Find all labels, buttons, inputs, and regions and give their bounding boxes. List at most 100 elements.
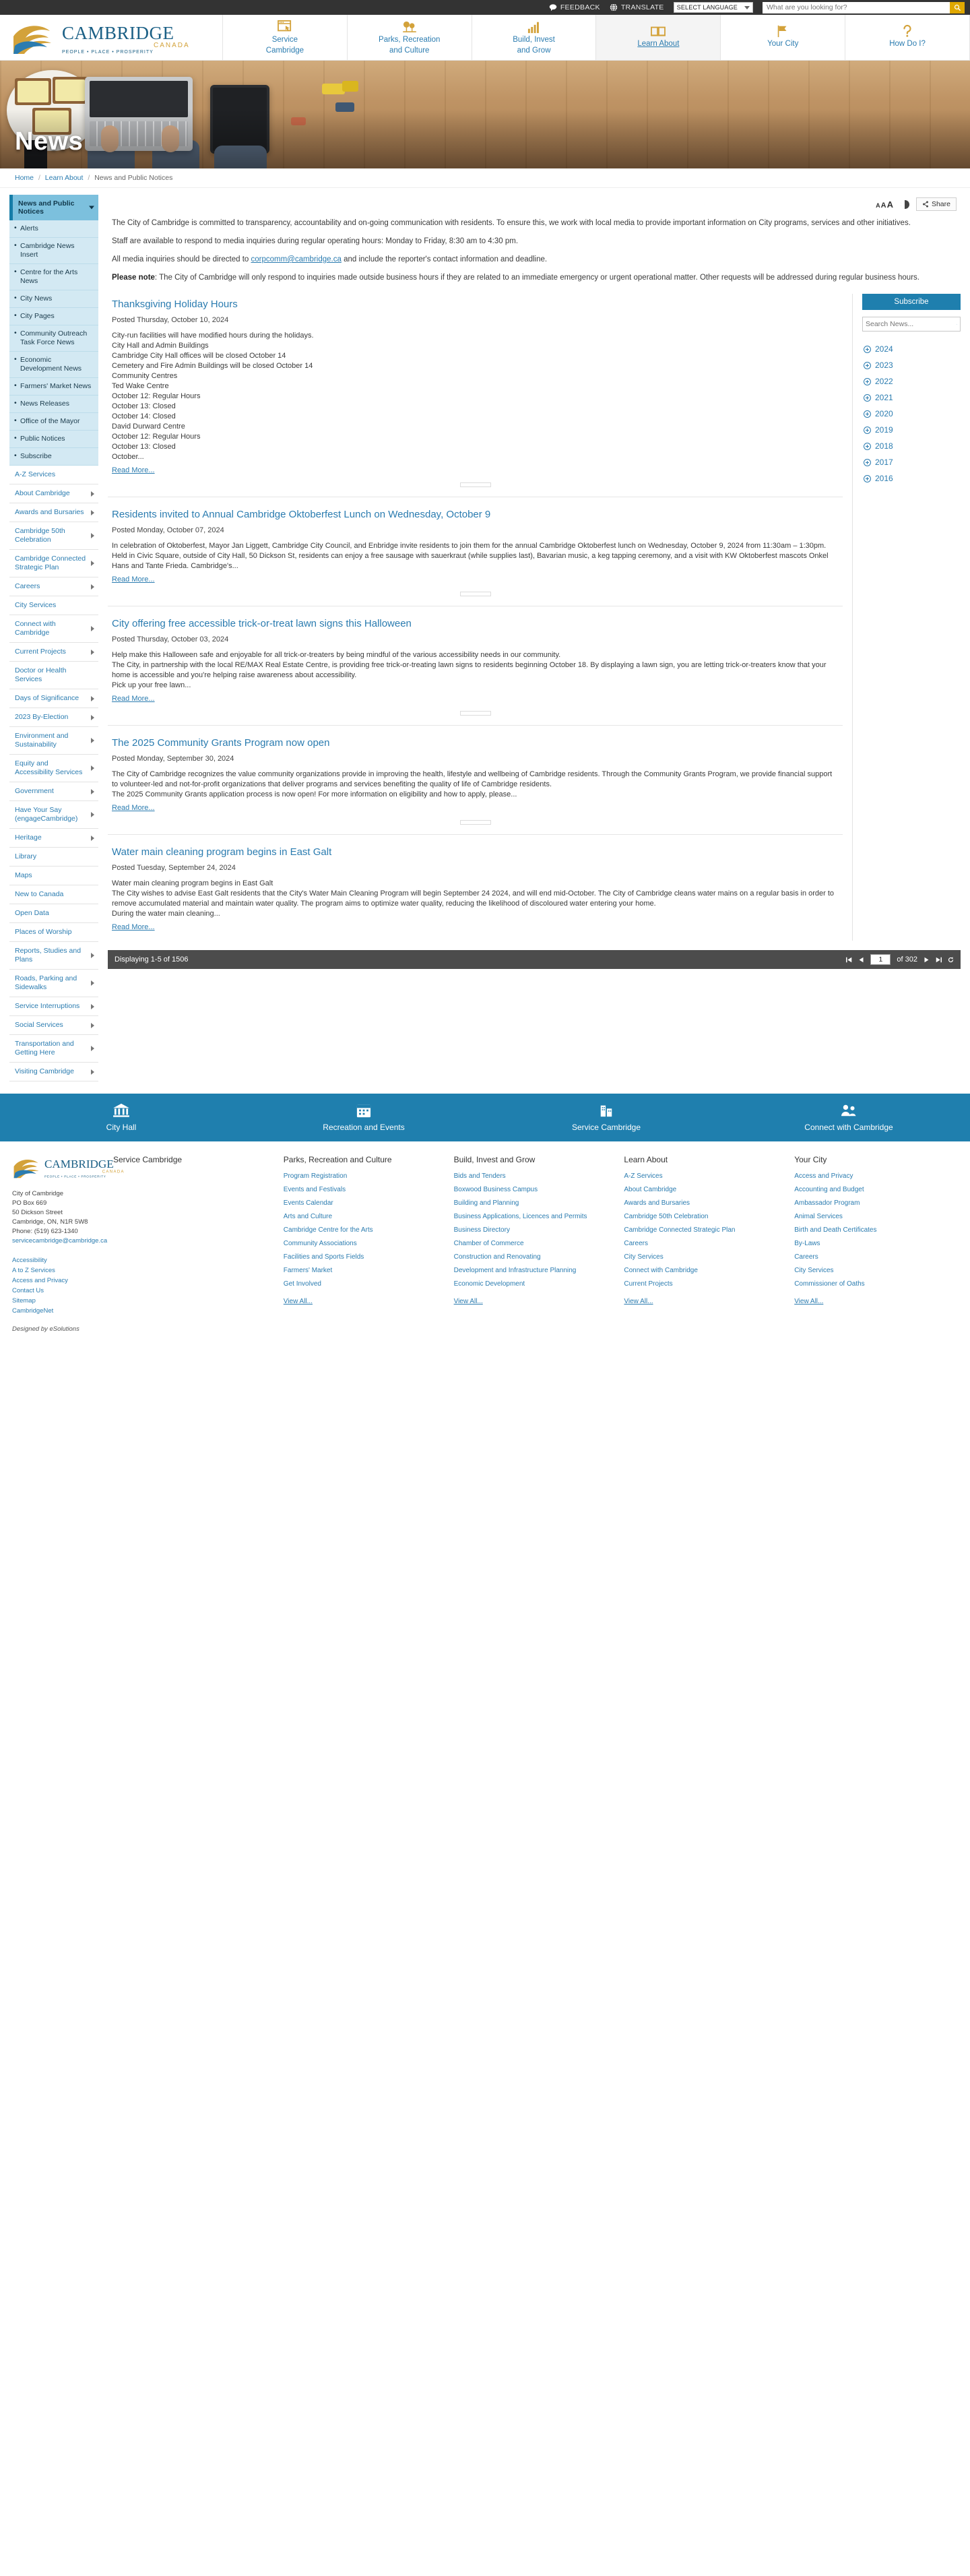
sidebar-link[interactable]: Roads, Parking and Sidewalks — [9, 970, 98, 997]
sidebar-link[interactable]: Awards and Bursaries — [9, 503, 98, 522]
footer-link[interactable]: About Cambridge — [624, 1185, 782, 1195]
sidebar-link[interactable]: Visiting Cambridge — [9, 1063, 98, 1081]
footer-utility-link[interactable]: Access and Privacy — [12, 1276, 106, 1286]
footer-link[interactable]: Facilities and Sports Fields — [284, 1253, 442, 1262]
footer-link[interactable]: Development and Infrastructure Planning — [454, 1266, 612, 1276]
footer-link[interactable]: Construction and Renovating — [454, 1253, 612, 1262]
sidebar-link[interactable]: Careers — [9, 577, 98, 596]
news-article-title[interactable]: Water main cleaning program begins in Ea… — [112, 846, 839, 858]
sidebar-sub-item[interactable]: Alerts — [9, 220, 98, 238]
footer-link[interactable]: Birth and Death Certificates — [794, 1226, 952, 1235]
sidebar-link[interactable]: 2023 By-Election — [9, 708, 98, 727]
footer-link[interactable]: Events and Festivals — [284, 1185, 442, 1195]
breadcrumb-item-home[interactable]: Home — [15, 174, 34, 182]
next-page-icon[interactable] — [924, 957, 930, 963]
sidebar-sub-item[interactable]: Farmers' Market News — [9, 378, 98, 396]
text-size-medium[interactable]: A — [881, 201, 887, 210]
footer-utility-link[interactable]: Contact Us — [12, 1286, 106, 1296]
footer-link[interactable]: Get Involved — [284, 1280, 442, 1289]
sidebar-sub-item[interactable]: Public Notices — [9, 431, 98, 448]
nav-item-parks-recreation-and-culture[interactable]: Parks, Recreation and Culture — [346, 15, 472, 60]
nav-item-learn-about[interactable]: Learn About — [595, 15, 721, 60]
footer-link[interactable]: Awards and Bursaries — [624, 1199, 782, 1208]
footer-link[interactable]: Building and Planning — [454, 1199, 612, 1208]
quicklink-city-hall[interactable]: City Hall — [0, 1103, 243, 1132]
news-year-filter[interactable]: 2024 — [862, 341, 961, 357]
sidebar-sub-item[interactable]: Economic Development News — [9, 352, 98, 378]
sidebar-link[interactable]: Government — [9, 782, 98, 801]
footer-link[interactable]: Business Applications, Licences and Perm… — [454, 1212, 612, 1222]
page-number-input[interactable] — [870, 954, 891, 965]
sidebar-heading-news-and-public-notices[interactable]: News and Public Notices — [9, 195, 98, 220]
news-article-title[interactable]: Thanksgiving Holiday Hours — [112, 298, 839, 311]
footer-link[interactable]: Cambridge 50th Celebration — [624, 1212, 782, 1222]
news-article-title[interactable]: The 2025 Community Grants Program now op… — [112, 736, 839, 749]
translate-link[interactable]: TRANSLATE — [610, 3, 664, 11]
sidebar-link[interactable]: Cambridge Connected Strategic Plan — [9, 550, 98, 577]
sidebar-link[interactable]: Service Interruptions — [9, 997, 98, 1016]
footer-link[interactable]: Arts and Culture — [284, 1212, 442, 1222]
sidebar-sub-item[interactable]: Centre for the Arts News — [9, 264, 98, 290]
feedback-link[interactable]: FEEDBACK — [549, 3, 600, 11]
sidebar-link[interactable]: Current Projects — [9, 643, 98, 662]
footer-link[interactable]: Commissioner of Oaths — [794, 1280, 952, 1289]
sidebar-link[interactable]: Have Your Say (engageCambridge) — [9, 801, 98, 829]
footer-link[interactable]: Bids and Tenders — [454, 1172, 612, 1181]
footer-view-all-link[interactable]: View All... — [284, 1297, 442, 1307]
sidebar-link[interactable]: Doctor or Health Services — [9, 662, 98, 689]
read-more-link[interactable]: Read More... — [112, 923, 155, 931]
footer-utility-link[interactable]: Accessibility — [12, 1255, 106, 1265]
sidebar-link[interactable]: City Services — [9, 596, 98, 615]
footer-link[interactable]: Boxwood Business Campus — [454, 1185, 612, 1195]
sidebar-link[interactable]: Equity and Accessibility Services — [9, 755, 98, 782]
footer-link[interactable]: Accounting and Budget — [794, 1185, 952, 1195]
footer-view-all-link[interactable]: View All... — [454, 1297, 612, 1307]
sidebar-sub-item[interactable]: Community Outreach Task Force News — [9, 325, 98, 352]
footer-link[interactable]: City Services — [794, 1266, 952, 1276]
sidebar-link[interactable]: Places of Worship — [9, 923, 98, 942]
news-article-title[interactable]: Residents invited to Annual Cambridge Ok… — [112, 508, 839, 521]
footer-link[interactable]: Careers — [624, 1239, 782, 1249]
footer-link[interactable]: Connect with Cambridge — [624, 1266, 782, 1276]
nav-item-build-invest-and-grow[interactable]: Build, Invest and Grow — [471, 15, 596, 60]
read-more-link[interactable]: Read More... — [112, 804, 155, 812]
footer-link[interactable]: Program Registration — [284, 1172, 442, 1181]
language-select[interactable]: SELECT LANGUAGE — [673, 2, 753, 13]
read-more-link[interactable]: Read More... — [112, 466, 155, 474]
nav-item-service-cambridge[interactable]: Service Cambridge — [222, 15, 347, 60]
quicklink-service-cambridge[interactable]: Service Cambridge — [485, 1103, 728, 1132]
footer-link[interactable]: A-Z Services — [624, 1172, 782, 1181]
contrast-icon[interactable] — [900, 199, 909, 209]
footer-link[interactable]: Economic Development — [454, 1280, 612, 1289]
footer-link[interactable]: Ambassador Program — [794, 1199, 952, 1208]
last-page-icon[interactable] — [936, 957, 942, 963]
footer-utility-link[interactable]: A to Z Services — [12, 1265, 106, 1276]
footer-link[interactable]: Cambridge Connected Strategic Plan — [624, 1226, 782, 1235]
news-year-filter[interactable]: 2023 — [862, 357, 961, 373]
sidebar-link[interactable]: Social Services — [9, 1016, 98, 1035]
news-article-title[interactable]: City offering free accessible trick-or-t… — [112, 617, 839, 630]
prev-page-icon[interactable] — [858, 957, 864, 963]
breadcrumb-item-learn-about[interactable]: Learn About — [45, 174, 84, 182]
news-year-filter[interactable]: 2017 — [862, 454, 961, 470]
news-year-filter[interactable]: 2019 — [862, 422, 961, 438]
sidebar-link[interactable]: Reports, Studies and Plans — [9, 942, 98, 970]
sidebar-link[interactable]: Connect with Cambridge — [9, 615, 98, 643]
news-search-input[interactable] — [866, 320, 957, 328]
sidebar-link[interactable]: Environment and Sustainability — [9, 727, 98, 755]
share-button[interactable]: Share — [915, 197, 957, 211]
footer-view-all-link[interactable]: View All... — [624, 1297, 782, 1307]
news-year-filter[interactable]: 2018 — [862, 438, 961, 454]
footer-link[interactable]: City Services — [624, 1253, 782, 1262]
text-size-small[interactable]: A — [876, 202, 881, 209]
refresh-icon[interactable] — [948, 956, 954, 963]
footer-link[interactable]: Business Directory — [454, 1226, 612, 1235]
footer-link[interactable]: Current Projects — [624, 1280, 782, 1289]
footer-link[interactable]: Animal Services — [794, 1212, 952, 1222]
text-size-large[interactable]: A — [887, 199, 894, 210]
footer-view-all-link[interactable]: View All... — [794, 1297, 952, 1307]
footer-link[interactable]: Cambridge Centre for the Arts — [284, 1226, 442, 1235]
footer-utility-link[interactable]: Sitemap — [12, 1296, 106, 1306]
sidebar-link[interactable]: Cambridge 50th Celebration — [9, 522, 98, 550]
sidebar-link[interactable]: New to Canada — [9, 885, 98, 904]
